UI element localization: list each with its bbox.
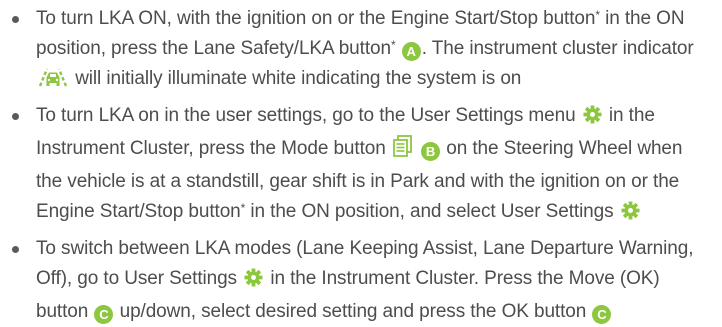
footnote-asterisk: * (390, 38, 396, 52)
text-segment: up/down, select desired setting and pres… (114, 301, 587, 322)
list-item: To turn LKA on in the user settings, go … (8, 101, 708, 230)
list-item: To switch between LKA modes (Lane Keepin… (8, 234, 708, 327)
callout-badge-c: C (592, 305, 612, 324)
text-segment: will initially illuminate white indicati… (75, 68, 522, 89)
list-item: To turn LKA ON, with the ignition on or … (8, 4, 708, 97)
callout-badge-a: A (401, 42, 421, 61)
bullet-dot (12, 246, 19, 253)
instruction-list: To turn LKA ON, with the ignition on or … (8, 4, 708, 327)
text-segment: . The instrument cluster indicator (421, 38, 694, 59)
bullet-dot (12, 113, 19, 120)
text-segment: To turn LKA on in the user settings, go … (36, 105, 576, 126)
gear-icon (244, 267, 263, 297)
mode-menu-icon (392, 135, 413, 167)
bullet-dot (12, 16, 19, 23)
gear-icon (583, 104, 602, 134)
text-segment: in the ON position, and select User Sett… (245, 201, 614, 222)
text-segment: To turn LKA ON, with the ignition on or … (36, 8, 596, 29)
callout-badge-b: B (421, 142, 441, 161)
callout-badge-c: C (94, 305, 114, 324)
lane-keeping-car-icon (38, 67, 68, 97)
document: To turn LKA ON, with the ignition on or … (0, 0, 722, 324)
gear-icon (621, 200, 640, 230)
